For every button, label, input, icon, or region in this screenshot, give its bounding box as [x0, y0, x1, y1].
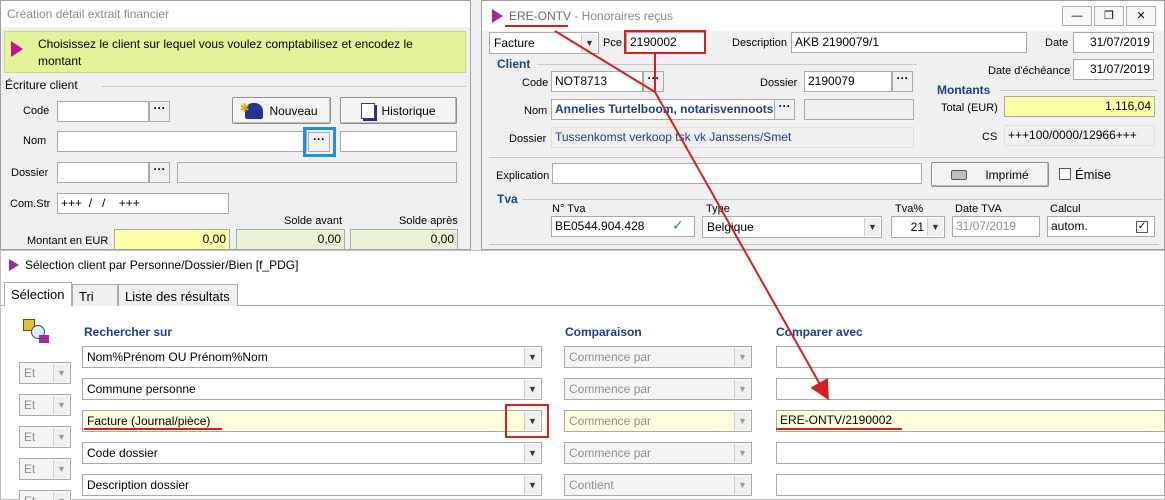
annotation-arrows — [554, 30, 829, 401]
arrow-journal-to-value — [554, 30, 829, 401]
